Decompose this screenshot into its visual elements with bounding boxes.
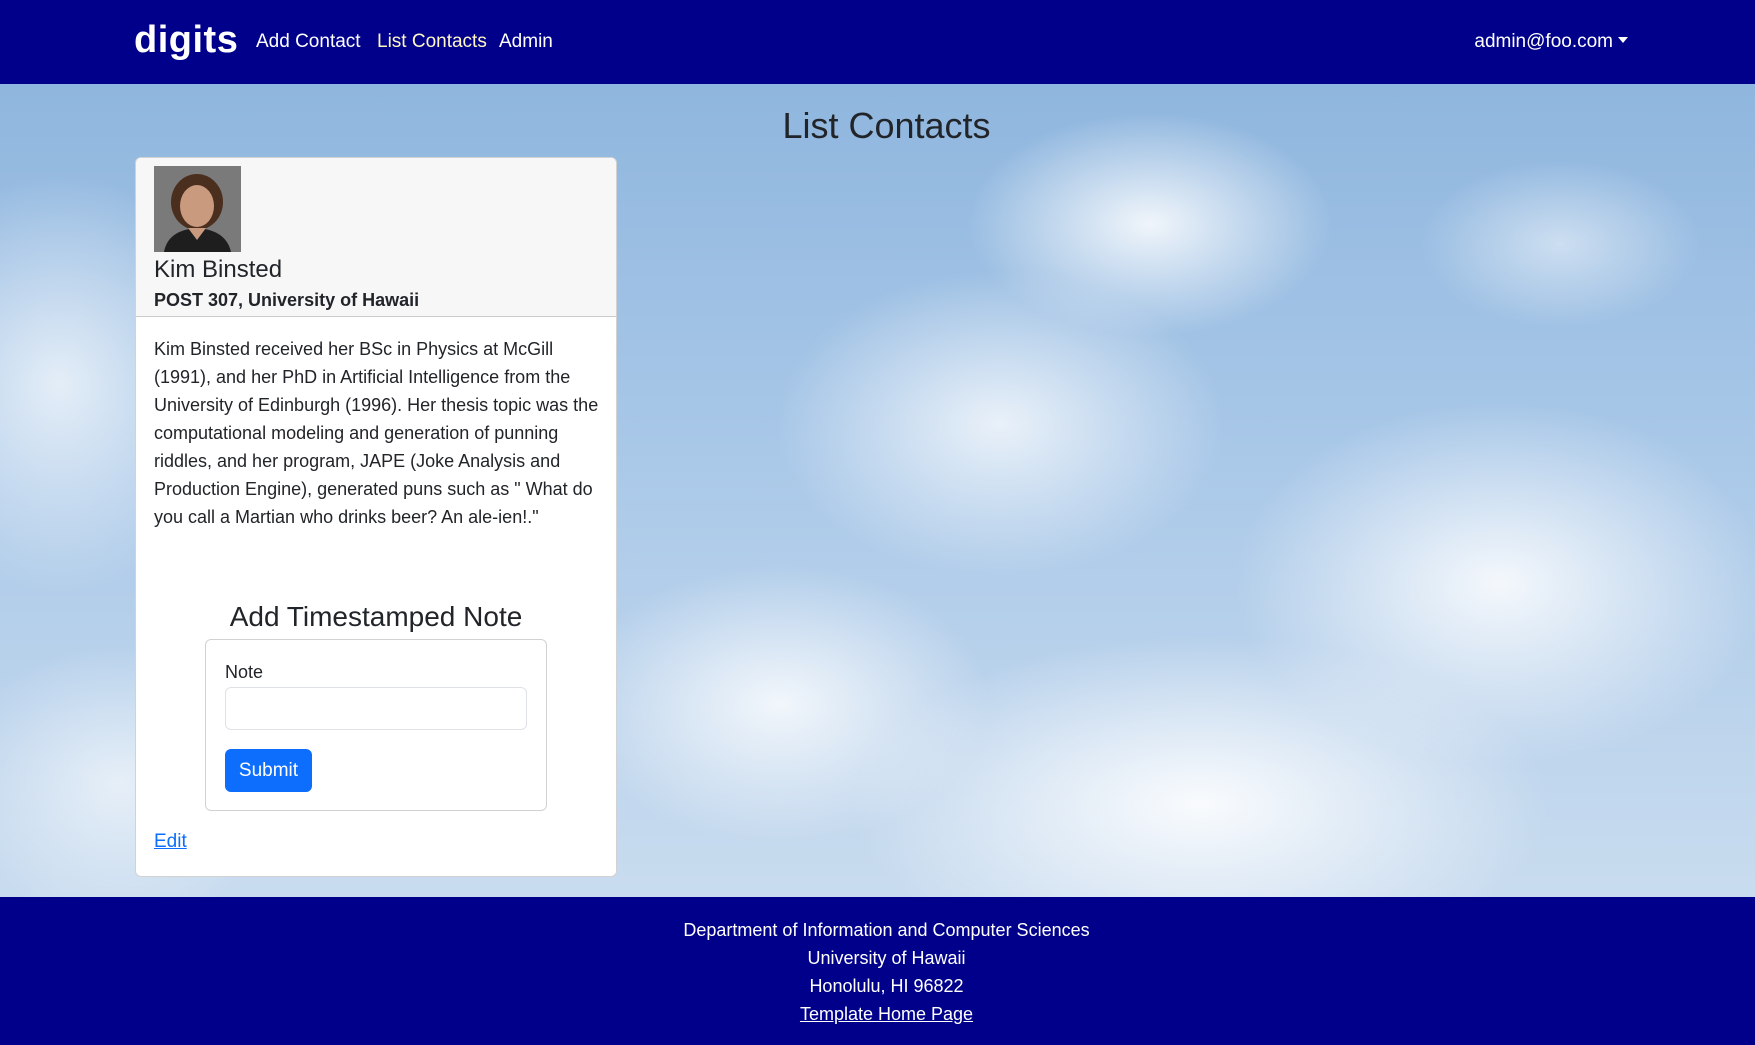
brand-logo[interactable]: digits xyxy=(134,16,238,64)
contact-card-header: Kim Binsted POST 307, University of Hawa… xyxy=(136,158,616,317)
footer-city: Honolulu, HI 96822 xyxy=(809,976,964,996)
edit-link[interactable]: Edit xyxy=(154,829,187,855)
nav-list-contacts[interactable]: List Contacts xyxy=(377,29,487,55)
contact-bio: Kim Binsted received her BSc in Physics … xyxy=(154,339,599,527)
navbar: digits Add Contact List Contacts Admin a… xyxy=(0,0,1755,84)
main-content: List Contacts Kim Binsted POST 307, Univ… xyxy=(0,84,1755,897)
footer-university: University of Hawaii xyxy=(807,948,966,968)
note-input[interactable] xyxy=(225,687,527,730)
footer-department: Department of Information and Computer S… xyxy=(683,920,1090,940)
footer: Department of Information and Computer S… xyxy=(0,897,1755,1045)
page-title: List Contacts xyxy=(782,105,991,146)
note-section-title: Add Timestamped Note xyxy=(229,601,523,632)
contact-card: Kim Binsted POST 307, University of Hawa… xyxy=(135,157,617,877)
user-dropdown[interactable]: admin@foo.com xyxy=(1474,29,1628,55)
nav-admin[interactable]: Admin xyxy=(499,29,553,55)
contact-address: POST 307, University of Hawaii xyxy=(154,290,420,310)
note-form: Note Submit xyxy=(205,639,547,811)
portrait-image xyxy=(154,166,241,252)
user-email: admin@foo.com xyxy=(1474,31,1613,52)
template-home-link[interactable]: Template Home Page xyxy=(800,1004,973,1024)
footer-text: Department of Information and Computer S… xyxy=(0,916,1755,1028)
contact-name: Kim Binsted xyxy=(154,256,283,283)
note-label: Note xyxy=(225,662,264,682)
caret-down-icon xyxy=(1618,37,1628,43)
submit-button[interactable]: Submit xyxy=(225,749,312,792)
contact-photo xyxy=(154,166,241,252)
nav-add-contact[interactable]: Add Contact xyxy=(256,29,361,55)
